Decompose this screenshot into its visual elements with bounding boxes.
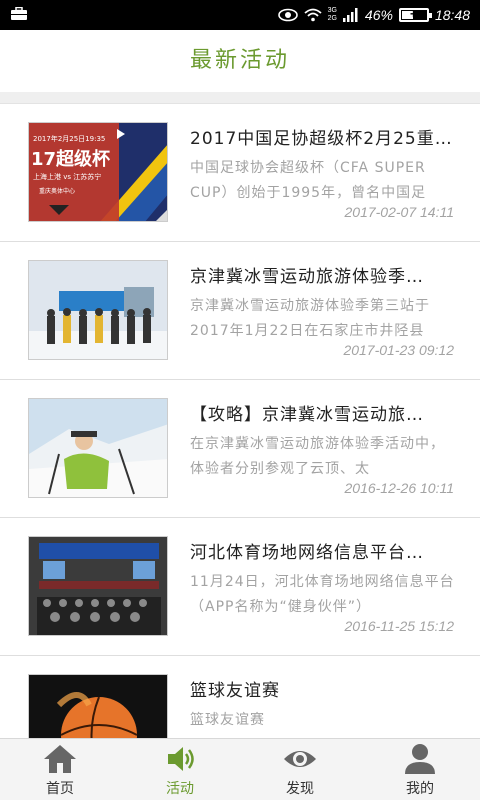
clock: 18:48 — [434, 7, 470, 23]
item-title: 河北体育场地网络信息平台… — [190, 543, 424, 563]
list-item[interactable]: 河北体育场地网络信息平台… 11月24日，河北体育场地网络信息平台（APP名称为… — [0, 518, 480, 656]
thumb-date: 2017年2月25日19:35 — [33, 134, 105, 143]
page-title: 最新活动 — [189, 48, 290, 73]
item-date: 2017-01-23 09:12 — [343, 342, 454, 358]
battery-icon: + — [398, 7, 432, 22]
thumb-venue: 重庆奥体中心 — [39, 187, 75, 195]
item-summary: 京津冀冰雪运动旅游体验季第三站于2017年1月22日在石家庄市井陉县 — [190, 298, 430, 339]
item-summary: 在京津冀冰雪运动旅游体验季活动中，体验者分别参观了云顶、太 — [190, 436, 445, 477]
item-date: 2016-12-26 10:11 — [344, 480, 455, 496]
list-item[interactable]: 【攻略】京津冀冰雪运动旅… 在京津冀冰雪运动旅游体验季活动中，体验者分别参观了云… — [0, 380, 480, 518]
signal-icon — [342, 8, 358, 22]
activity-list[interactable]: 2017年2月25日19:35 17超级杯 上海上港 vs 江苏苏宁 重庆奥体中… — [0, 104, 480, 738]
item-date: 2017-02-07 14:11 — [344, 204, 455, 220]
battery-percent: 46% — [364, 7, 393, 23]
item-title: 篮球友谊赛 — [190, 681, 280, 701]
nav-activity[interactable]: 活动 — [120, 739, 240, 800]
item-date: 2016-11-25 15:12 — [344, 618, 455, 634]
speaker-icon — [168, 747, 194, 771]
wifi-icon — [303, 8, 322, 22]
nav-discover-label: 发现 — [286, 781, 314, 797]
nav-discover[interactable]: 发现 — [240, 739, 360, 800]
item-summary: 篮球友谊赛 — [190, 712, 265, 728]
app-header: 最新活动 — [0, 30, 480, 92]
item-title: 【攻略】京津冀冰雪运动旅… — [190, 405, 424, 425]
network-type: 3G 2G — [327, 7, 337, 22]
list-item[interactable]: 2017年2月25日19:35 17超级杯 上海上港 vs 江苏苏宁 重庆奥体中… — [0, 104, 480, 242]
nav-profile[interactable]: 我的 — [360, 739, 480, 800]
eye-status-icon — [277, 8, 298, 22]
status-bar: 3G 2G 46% + 18:48 — [0, 0, 480, 30]
item-title: 2017中国足协超级杯2月25重… — [190, 129, 453, 149]
nav-profile-label: 我的 — [406, 781, 434, 797]
skier-photo — [28, 398, 168, 498]
eye-icon — [284, 751, 316, 767]
item-summary: 11月24日，河北体育场地网络信息平台（APP名称为“健身伙伴”） — [190, 574, 455, 615]
item-title: 京津冀冰雪运动旅游体验季… — [190, 267, 424, 287]
nav-home[interactable]: 首页 — [0, 739, 120, 800]
snow-group-photo — [28, 260, 168, 360]
list-item[interactable]: 京津冀冰雪运动旅游体验季… 京津冀冰雪运动旅游体验季第三站于2017年1月22日… — [0, 242, 480, 380]
list-item[interactable]: 篮球友谊赛 篮球友谊赛 — [0, 656, 480, 738]
nav-activity-label: 活动 — [166, 781, 194, 797]
briefcase-icon — [11, 7, 27, 20]
basketball-photo — [28, 674, 168, 738]
conference-photo — [28, 536, 168, 636]
thumb-teams: 上海上港 vs 江苏苏宁 — [33, 172, 101, 181]
home-icon — [44, 745, 76, 773]
supercup-thumbnail: 2017年2月25日19:35 17超级杯 上海上港 vs 江苏苏宁 重庆奥体中… — [28, 122, 168, 222]
item-summary: 中国足球协会超级杯（CFA SUPER CUP）创始于1995年，曾名中国足 — [190, 160, 427, 201]
thumb-big-text: 17超级杯 — [31, 148, 111, 170]
person-icon — [405, 744, 435, 774]
header-divider — [0, 92, 480, 104]
nav-home-label: 首页 — [46, 781, 74, 797]
bottom-nav: 首页 活动 发现 我的 — [0, 738, 480, 800]
